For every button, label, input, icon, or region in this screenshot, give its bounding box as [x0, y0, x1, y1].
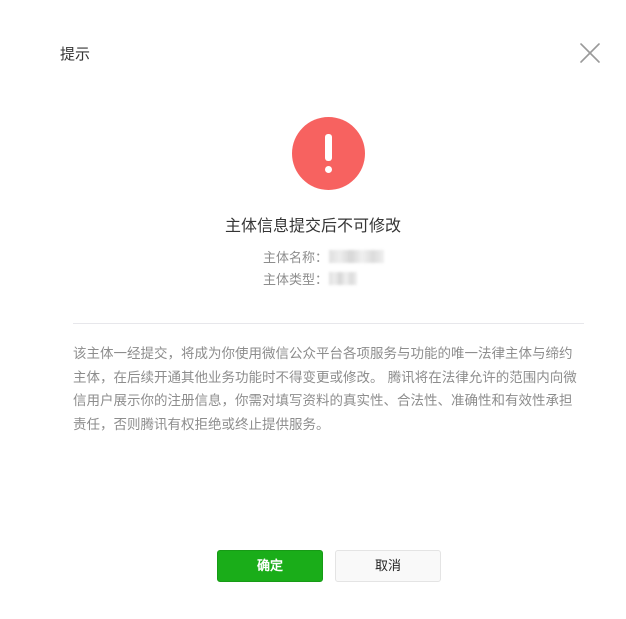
confirm-button[interactable]: 确定 — [217, 550, 323, 582]
cancel-button[interactable]: 取消 — [335, 550, 441, 582]
entity-type-label: 主体类型： — [263, 273, 329, 288]
exclamation-icon — [292, 117, 365, 190]
dialog-title: 提示 — [60, 45, 91, 63]
exclamation-bar — [325, 134, 332, 161]
entity-name-label: 主体名称： — [263, 251, 329, 266]
divider — [73, 323, 584, 324]
confirm-dialog: 提示 主体信息提交后不可修改 主体名称： 主体类型： 该主体一经提交，将成为你使… — [0, 0, 626, 619]
entity-name-row: 主体名称： — [263, 247, 385, 266]
exclamation-dot — [325, 166, 332, 173]
close-icon[interactable] — [578, 41, 602, 65]
entity-type-row: 主体类型： — [263, 269, 358, 288]
notice-text: 该主体一经提交，将成为你使用微信公众平台各项服务与功能的唯一法律主体与缔约主体，… — [73, 346, 577, 433]
entity-type-value-redacted — [329, 272, 358, 285]
entity-name-value-redacted — [329, 250, 385, 263]
warning-headline: 主体信息提交后不可修改 — [224, 216, 401, 235]
